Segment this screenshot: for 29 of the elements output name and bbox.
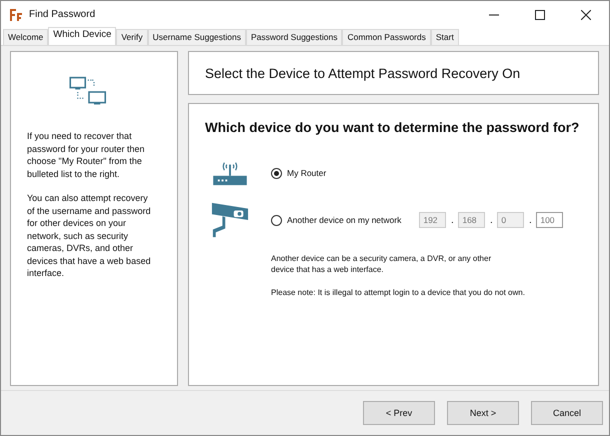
page-heading: Select the Device to Attempt Password Recovery On	[205, 66, 520, 80]
maximize-icon[interactable]	[535, 10, 545, 20]
tab[interactable]: Start	[430, 29, 459, 45]
wizard-button[interactable]: Next >	[447, 401, 519, 425]
app-logo-icon	[9, 8, 23, 22]
wizard-button[interactable]: < Prev	[363, 401, 435, 425]
tab[interactable]: Verify	[116, 29, 148, 45]
note-text: Another device can be a security camera, a DVR, or any other device that has a web interface.	[271, 253, 492, 275]
ip-octet-field[interactable]: 100	[536, 212, 564, 228]
info-paragraph: You can also attempt recovery of the username and password for other devices on your network, such as security cameras, DVRs, and other devices that have a web based interface.	[27, 192, 152, 280]
radio-label[interactable]: My Router	[287, 168, 326, 178]
close-icon[interactable]	[581, 10, 591, 20]
tab[interactable]: Password Suggestions	[246, 29, 342, 45]
tab[interactable]: Username Suggestions	[148, 29, 246, 45]
tab[interactable]: Which Device	[48, 27, 116, 45]
radio-button[interactable]	[271, 168, 282, 178]
ip-separator: .	[528, 214, 533, 226]
wizard-button[interactable]: Cancel	[531, 401, 603, 425]
note-text: Please note: It is illegal to attempt login to a device that you do not own.	[271, 287, 526, 298]
radio-label[interactable]: Another device on my network	[287, 215, 402, 225]
info-paragraph: If you need to recover that password for your router then choose "My Router" from the bulleted list to the right.	[27, 130, 146, 180]
window-title: Find Password	[29, 9, 96, 20]
question-heading: Which device do you want to determine the password for?	[205, 120, 580, 135]
tab[interactable]: Welcome	[3, 29, 48, 45]
security-camera-icon	[211, 201, 249, 239]
ip-separator: .	[488, 214, 494, 226]
ip-separator: .	[450, 214, 455, 226]
radio-button[interactable]	[271, 214, 282, 226]
tab[interactable]: Common Passwords	[342, 29, 431, 45]
